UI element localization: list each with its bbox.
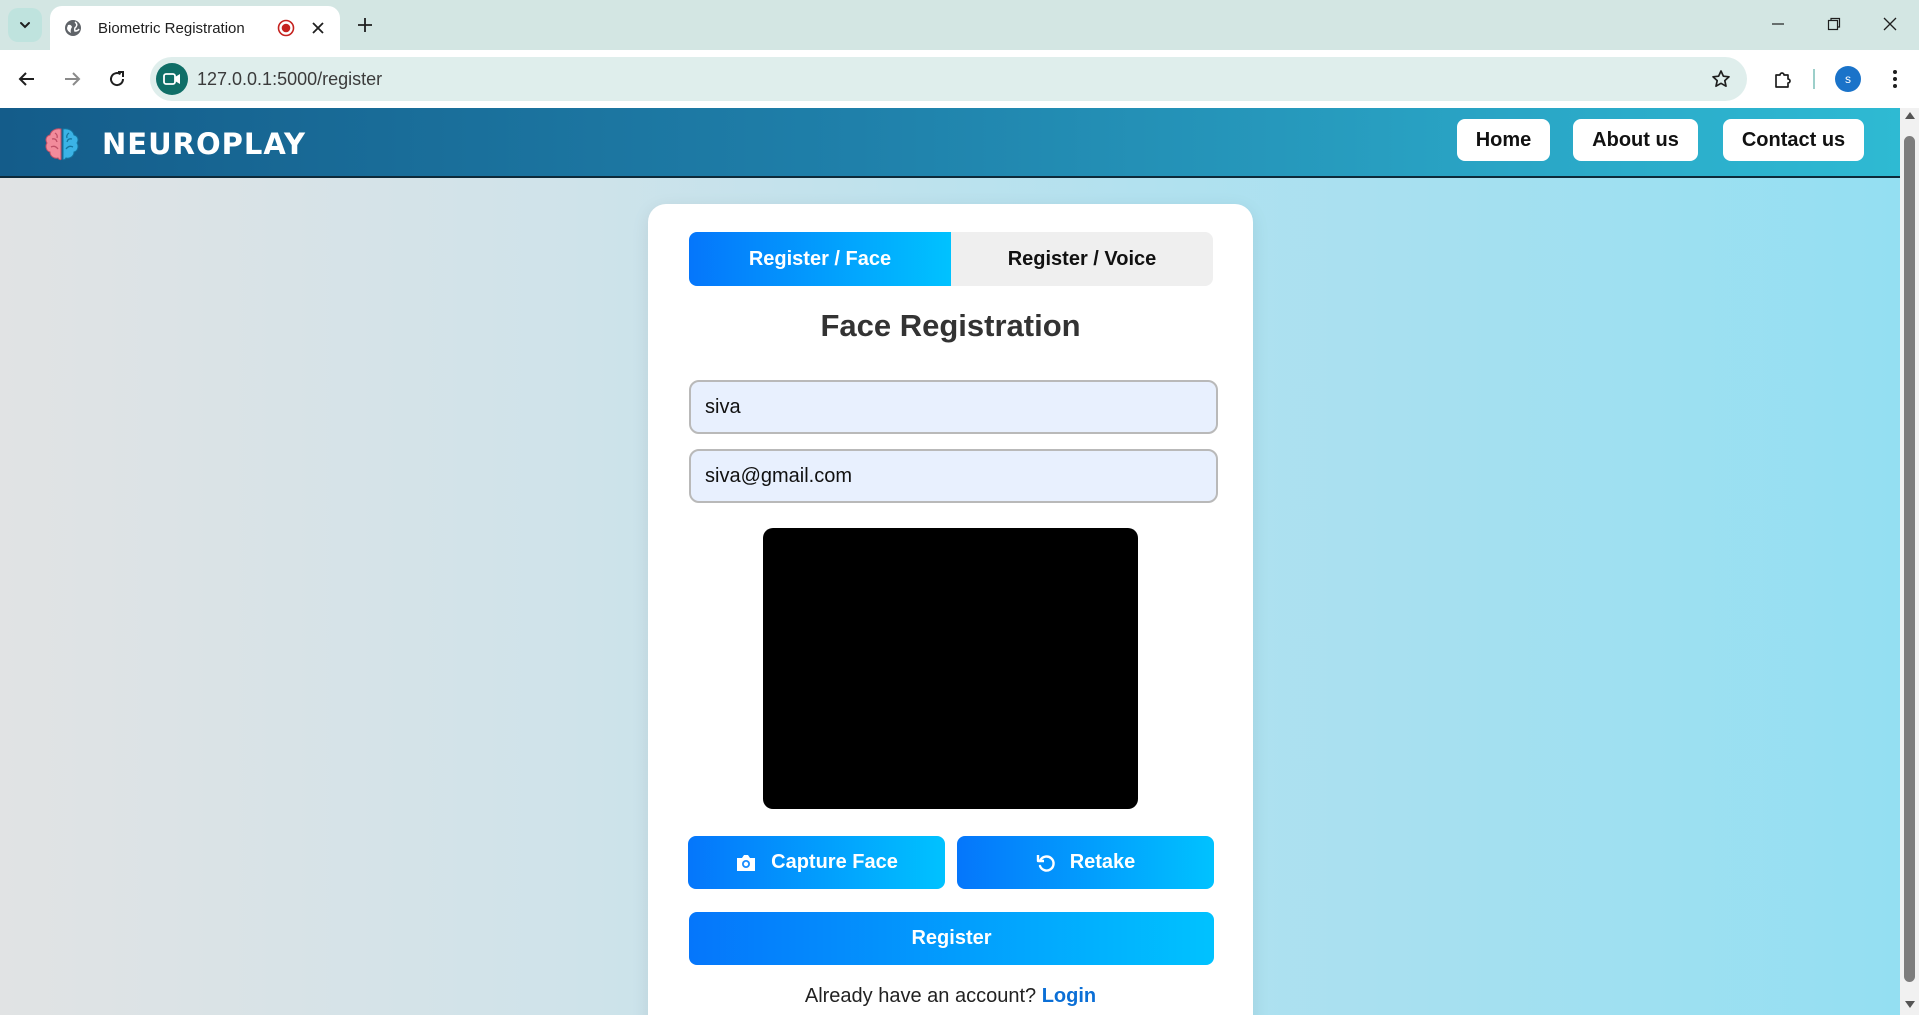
back-button[interactable] xyxy=(10,62,44,96)
tab-title: Biometric Registration xyxy=(98,19,245,37)
page-scrollbar[interactable] xyxy=(1900,108,1919,1015)
globe-icon xyxy=(64,19,82,37)
extensions-button[interactable] xyxy=(1766,62,1800,96)
camera-icon xyxy=(735,854,757,872)
restore-icon xyxy=(1827,17,1841,31)
new-tab-button[interactable] xyxy=(352,12,378,38)
close-icon[interactable] xyxy=(308,18,328,38)
login-link[interactable]: Login xyxy=(1042,985,1096,1007)
site-info-button[interactable] xyxy=(156,63,188,95)
retake-label: Retake xyxy=(1069,851,1136,873)
brain-icon xyxy=(45,128,79,161)
page-viewport: NEUROPLAY Home About us Contact us Regis… xyxy=(0,108,1900,1015)
puzzle-icon xyxy=(1775,72,1791,88)
forward-button[interactable] xyxy=(55,62,89,96)
nav-about-link[interactable]: About us xyxy=(1573,119,1698,161)
brand-name: NEUROPLAY xyxy=(102,127,307,161)
arrow-right-icon xyxy=(65,72,81,86)
close-icon xyxy=(1883,17,1897,31)
browser-tabstrip: Biometric Registration xyxy=(0,0,1919,50)
email-field[interactable]: siva@gmail.com xyxy=(689,449,1218,503)
capture-face-button[interactable]: Capture Face xyxy=(688,836,945,889)
profile-avatar[interactable]: s xyxy=(1835,66,1861,92)
minimize-button[interactable] xyxy=(1756,8,1800,40)
camera-preview xyxy=(763,528,1138,809)
name-field[interactable]: siva xyxy=(689,380,1218,434)
tab-register-face[interactable]: Register / Face xyxy=(689,232,951,286)
close-window-button[interactable] xyxy=(1868,8,1912,40)
retake-button[interactable]: Retake xyxy=(957,836,1214,889)
login-prompt-text: Already have an account? xyxy=(804,985,1037,1007)
toolbar-divider xyxy=(1813,69,1815,89)
scroll-down-arrow-icon[interactable] xyxy=(1905,1001,1915,1008)
recording-icon xyxy=(276,18,296,38)
address-bar[interactable]: 127.0.0.1:5000/register xyxy=(150,57,1747,101)
browser-menu-button[interactable] xyxy=(1880,62,1910,96)
browser-tab-active[interactable]: Biometric Registration xyxy=(50,6,340,50)
login-prompt-line: Already have an account? Login xyxy=(648,985,1253,1008)
star-icon xyxy=(1712,70,1730,88)
nav-contact-link[interactable]: Contact us xyxy=(1723,119,1864,161)
scroll-thumb[interactable] xyxy=(1904,136,1915,982)
minimize-icon xyxy=(1772,23,1784,25)
camera-recording-icon xyxy=(163,73,180,85)
more-vertical-icon xyxy=(1893,70,1897,88)
capture-face-label: Capture Face xyxy=(771,851,898,873)
bookmark-button[interactable] xyxy=(1709,67,1733,91)
restore-button[interactable] xyxy=(1812,8,1856,40)
url-text: 127.0.0.1:5000/register xyxy=(197,69,383,89)
site-navbar: NEUROPLAY Home About us Contact us xyxy=(0,108,1900,178)
brand[interactable]: NEUROPLAY xyxy=(42,124,306,164)
browser-toolbar: 127.0.0.1:5000/register s xyxy=(0,50,1919,108)
registration-tabs: Register / Face Register / Voice xyxy=(689,232,1213,286)
tab-register-voice[interactable]: Register / Voice xyxy=(951,232,1213,286)
reload-icon xyxy=(110,71,125,87)
registration-card: Register / Face Register / Voice Face Re… xyxy=(648,204,1253,1015)
reload-button[interactable] xyxy=(100,62,134,96)
rotate-left-icon xyxy=(1036,853,1056,873)
nav-home-link[interactable]: Home xyxy=(1457,119,1550,161)
page-title: Face Registration xyxy=(820,308,1081,343)
arrow-left-icon xyxy=(18,72,34,86)
plus-icon xyxy=(358,18,372,32)
chevron-down-icon xyxy=(20,22,30,29)
tab-search-button[interactable] xyxy=(8,8,42,42)
scroll-up-arrow-icon[interactable] xyxy=(1905,112,1915,119)
register-button[interactable]: Register xyxy=(689,912,1214,965)
